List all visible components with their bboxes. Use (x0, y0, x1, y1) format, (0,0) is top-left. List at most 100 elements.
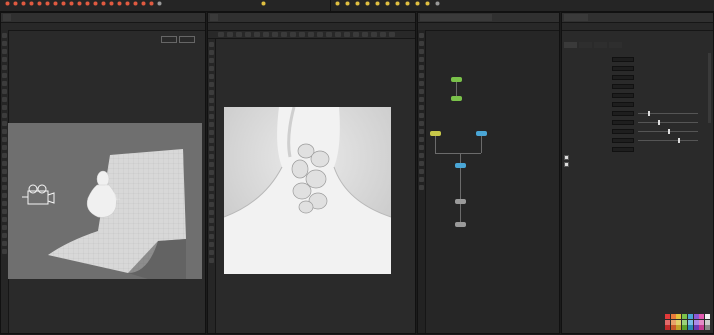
parameter-slider[interactable] (638, 122, 698, 123)
toggle-checkbox[interactable] (564, 162, 569, 167)
parameter-tab-3[interactable] (609, 42, 622, 48)
render-option-button[interactable] (380, 32, 386, 37)
tool-button[interactable] (2, 225, 7, 230)
tool-button[interactable] (2, 145, 7, 150)
parameter-field[interactable] (612, 111, 634, 116)
color-swatch[interactable] (687, 314, 693, 319)
tool-button[interactable] (209, 42, 214, 47)
tool-button[interactable] (209, 178, 214, 183)
ambient-light-icon[interactable] (424, 1, 431, 6)
camera-menu[interactable] (161, 36, 177, 43)
tool-button[interactable] (209, 106, 214, 111)
tool-button[interactable] (2, 169, 7, 174)
tool-button[interactable] (2, 153, 7, 158)
null-icon[interactable] (44, 1, 51, 6)
render-option-button[interactable] (308, 32, 314, 37)
slider-handle[interactable] (648, 111, 650, 116)
tool-button[interactable] (209, 250, 214, 255)
tool-button[interactable] (209, 234, 214, 239)
stereo-camera-icon[interactable] (434, 1, 441, 6)
camera-lens-menu[interactable] (179, 36, 195, 43)
color-swatch[interactable] (693, 314, 699, 319)
tool-button[interactable] (209, 258, 214, 263)
parameter-tab-2[interactable] (594, 42, 607, 48)
color-swatch-grid[interactable] (665, 314, 711, 331)
tool-button[interactable] (209, 146, 214, 151)
platonic-icon[interactable] (108, 1, 115, 6)
color-swatch[interactable] (704, 325, 710, 331)
gi-light-icon[interactable] (394, 1, 401, 6)
color-swatch[interactable] (670, 325, 676, 331)
tool-button[interactable] (2, 49, 7, 54)
network-node[interactable] (455, 222, 466, 227)
render-option-button[interactable] (335, 32, 341, 37)
tool-button[interactable] (2, 113, 7, 118)
tool-button[interactable] (2, 161, 7, 166)
parameter-field[interactable] (612, 147, 634, 152)
render-option-button[interactable] (389, 32, 395, 37)
tool-button[interactable] (209, 114, 214, 119)
tool-button[interactable] (209, 202, 214, 207)
tool-button[interactable] (2, 97, 7, 102)
parameter-slider[interactable] (638, 140, 698, 141)
spot-light-icon[interactable] (334, 1, 341, 6)
color-swatch[interactable] (704, 319, 710, 325)
color-swatch[interactable] (704, 314, 710, 319)
tool-button[interactable] (2, 105, 7, 110)
spray-paint-icon[interactable] (92, 1, 99, 6)
render-option-button[interactable] (326, 32, 332, 37)
tool-button[interactable] (2, 89, 7, 94)
camera-icon[interactable] (156, 1, 163, 6)
parameter-tab-0[interactable] (564, 42, 577, 48)
line-icon[interactable] (52, 1, 59, 6)
tool-button[interactable] (209, 154, 214, 159)
color-swatch[interactable] (682, 319, 688, 325)
tool-button[interactable] (2, 233, 7, 238)
color-swatch[interactable] (676, 325, 682, 331)
render-option-button[interactable] (290, 32, 296, 37)
tool-button[interactable] (2, 41, 7, 46)
parameter-field[interactable] (612, 66, 634, 71)
file-icon[interactable] (132, 1, 139, 6)
tool-button[interactable] (2, 185, 7, 190)
render-option-button[interactable] (254, 32, 260, 37)
render-option-button[interactable] (227, 32, 233, 37)
tool-button[interactable] (209, 162, 214, 167)
render-option-button[interactable] (299, 32, 305, 37)
color-swatch[interactable] (682, 325, 688, 331)
tool-button[interactable] (2, 73, 7, 78)
tool-button[interactable] (2, 81, 7, 86)
tool-button[interactable] (2, 57, 7, 62)
tool-button[interactable] (209, 170, 214, 175)
color-swatch[interactable] (670, 314, 676, 319)
tool-button[interactable] (209, 194, 214, 199)
parameter-scrollbar[interactable] (708, 53, 711, 123)
render-option-button[interactable] (353, 32, 359, 37)
font-icon[interactable] (100, 1, 107, 6)
tool-button[interactable] (209, 90, 214, 95)
spiral-icon[interactable] (140, 1, 147, 6)
metaball-icon[interactable] (124, 1, 131, 6)
tool-button[interactable] (209, 66, 214, 71)
tool-button[interactable] (209, 122, 214, 127)
color-swatch[interactable] (687, 319, 693, 325)
sky-light-icon[interactable] (384, 1, 391, 6)
tool-button[interactable] (2, 217, 7, 222)
helix-icon[interactable] (148, 1, 155, 6)
render-option-button[interactable] (236, 32, 242, 37)
parameter-tab-1[interactable] (579, 42, 592, 48)
caustic-light-icon[interactable] (404, 1, 411, 6)
parameter-field[interactable] (612, 138, 634, 143)
parameter-field[interactable] (612, 129, 634, 134)
tool-button[interactable] (2, 241, 7, 246)
render-option-button[interactable] (272, 32, 278, 37)
color-swatch[interactable] (665, 314, 670, 319)
tool-button[interactable] (209, 98, 214, 103)
color-swatch[interactable] (670, 319, 676, 325)
parameter-field[interactable] (612, 120, 634, 125)
render-option-button[interactable] (281, 32, 287, 37)
color-swatch[interactable] (665, 325, 670, 331)
network-node[interactable] (451, 96, 462, 101)
color-swatch[interactable] (687, 325, 693, 331)
tool-button[interactable] (209, 82, 214, 87)
